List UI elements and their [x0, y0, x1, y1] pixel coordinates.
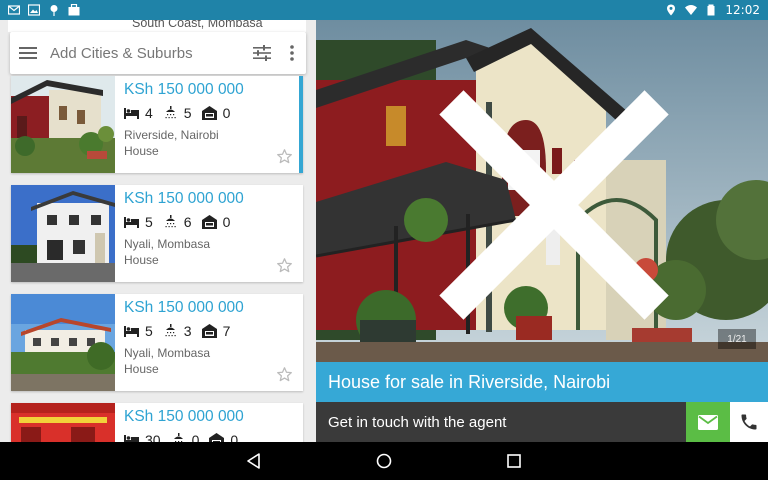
listing-card[interactable]: KSh 150 000 000 30 0 0 — [11, 403, 303, 442]
location-icon — [667, 4, 676, 16]
shower-icon — [165, 106, 176, 119]
store-icon — [68, 4, 80, 16]
property-type: House — [124, 362, 159, 376]
property-type: House — [124, 253, 159, 267]
back-icon[interactable] — [245, 452, 263, 470]
listing-photo — [11, 294, 115, 391]
listing-price: KSh 150 000 000 — [124, 81, 244, 98]
listing-card[interactable]: KSh 150 000 000 5 3 7 Nyali, Mombasa Hou… — [11, 294, 303, 391]
shower-icon — [165, 324, 176, 337]
gmail-icon — [8, 5, 20, 15]
more-vert-icon — [290, 45, 294, 61]
call-agent-button[interactable] — [730, 402, 768, 442]
status-time: 12:02 — [725, 3, 760, 17]
listing-card[interactable]: KSh 150 000 000 4 5 0 Riverside, Nairobi… — [11, 76, 303, 173]
home-icon[interactable] — [375, 452, 393, 470]
battery-icon — [707, 4, 715, 16]
favorite-star-icon[interactable] — [276, 148, 293, 165]
wifi-icon — [685, 5, 698, 15]
listing-location: Riverside, Nairobi — [124, 128, 219, 142]
listing-location: South Coast, Mombasa — [132, 20, 263, 30]
bed-icon — [124, 326, 139, 337]
listing-price: KSh 150 000 000 — [124, 190, 244, 207]
email-agent-button[interactable] — [686, 402, 730, 442]
contact-agent-bar: Get in touch with the agent — [316, 402, 768, 442]
garage-count: 0 — [230, 432, 239, 442]
garage-icon — [201, 324, 217, 338]
status-bar: 12:02 — [0, 0, 768, 20]
bed-icon — [124, 108, 139, 119]
listing-panel: South Coast, Mombasa Add Cities & Suburb… — [0, 20, 316, 442]
property-title-bar: House for sale in Riverside, Nairobi — [316, 362, 768, 402]
listing-location: Nyali, Mombasa — [124, 237, 211, 251]
bathroom-count: 5 — [183, 105, 192, 121]
bathroom-count: 6 — [183, 214, 192, 230]
favorite-star-icon[interactable] — [276, 366, 293, 383]
property-type: House — [124, 144, 159, 158]
garage-icon — [209, 433, 225, 442]
navigation-bar — [0, 442, 768, 480]
search-input[interactable]: Add Cities & Suburbs — [46, 45, 246, 62]
shower-icon — [165, 215, 176, 228]
property-detail-panel: 1/21 House for sale in Riverside, Nairob… — [316, 20, 768, 442]
listing-location: Nyali, Mombasa — [124, 346, 211, 360]
bathroom-count: 0 — [191, 432, 200, 442]
property-photo[interactable]: 1/21 — [316, 20, 768, 362]
contact-agent-label: Get in touch with the agent — [328, 413, 507, 431]
bed-icon — [124, 217, 139, 228]
hamburger-icon — [19, 47, 37, 59]
map-pin-icon — [50, 5, 58, 16]
garage-icon — [201, 106, 217, 120]
listing-price: KSh 150 000 000 — [124, 408, 244, 425]
listing-photo — [11, 403, 115, 442]
shower-icon — [173, 433, 183, 442]
bedroom-count: 30 — [145, 432, 161, 442]
bathroom-count: 3 — [183, 323, 192, 339]
listing-photo — [11, 185, 115, 282]
recent-apps-icon[interactable] — [505, 452, 523, 470]
phone-icon — [741, 414, 757, 430]
search-bar: Add Cities & Suburbs — [10, 32, 306, 74]
bedroom-count: 4 — [145, 105, 153, 121]
property-title: House for sale in Riverside, Nairobi — [328, 371, 611, 392]
more-options-button[interactable] — [278, 32, 306, 74]
garage-count: 0 — [222, 105, 231, 121]
listing-photo — [11, 76, 115, 173]
favorite-star-icon[interactable] — [276, 257, 293, 274]
bed-icon — [124, 435, 139, 442]
mail-icon — [698, 414, 718, 430]
favorite-star-icon[interactable] — [740, 34, 768, 376]
bedroom-count: 5 — [145, 214, 153, 230]
menu-button[interactable] — [10, 32, 46, 74]
bedroom-count: 5 — [145, 323, 153, 339]
garage-icon — [201, 215, 217, 229]
partial-listing-card[interactable]: South Coast, Mombasa — [8, 20, 306, 32]
garage-count: 7 — [222, 323, 231, 339]
tune-icon — [253, 45, 271, 61]
listing-card[interactable]: KSh 150 000 000 5 6 0 Nyali, Mombasa Hou… — [11, 185, 303, 282]
garage-count: 0 — [222, 214, 231, 230]
filter-button[interactable] — [246, 32, 278, 74]
photo-counter: 1/21 — [718, 329, 756, 349]
listing-price: KSh 150 000 000 — [124, 299, 244, 316]
gallery-icon — [28, 4, 40, 16]
